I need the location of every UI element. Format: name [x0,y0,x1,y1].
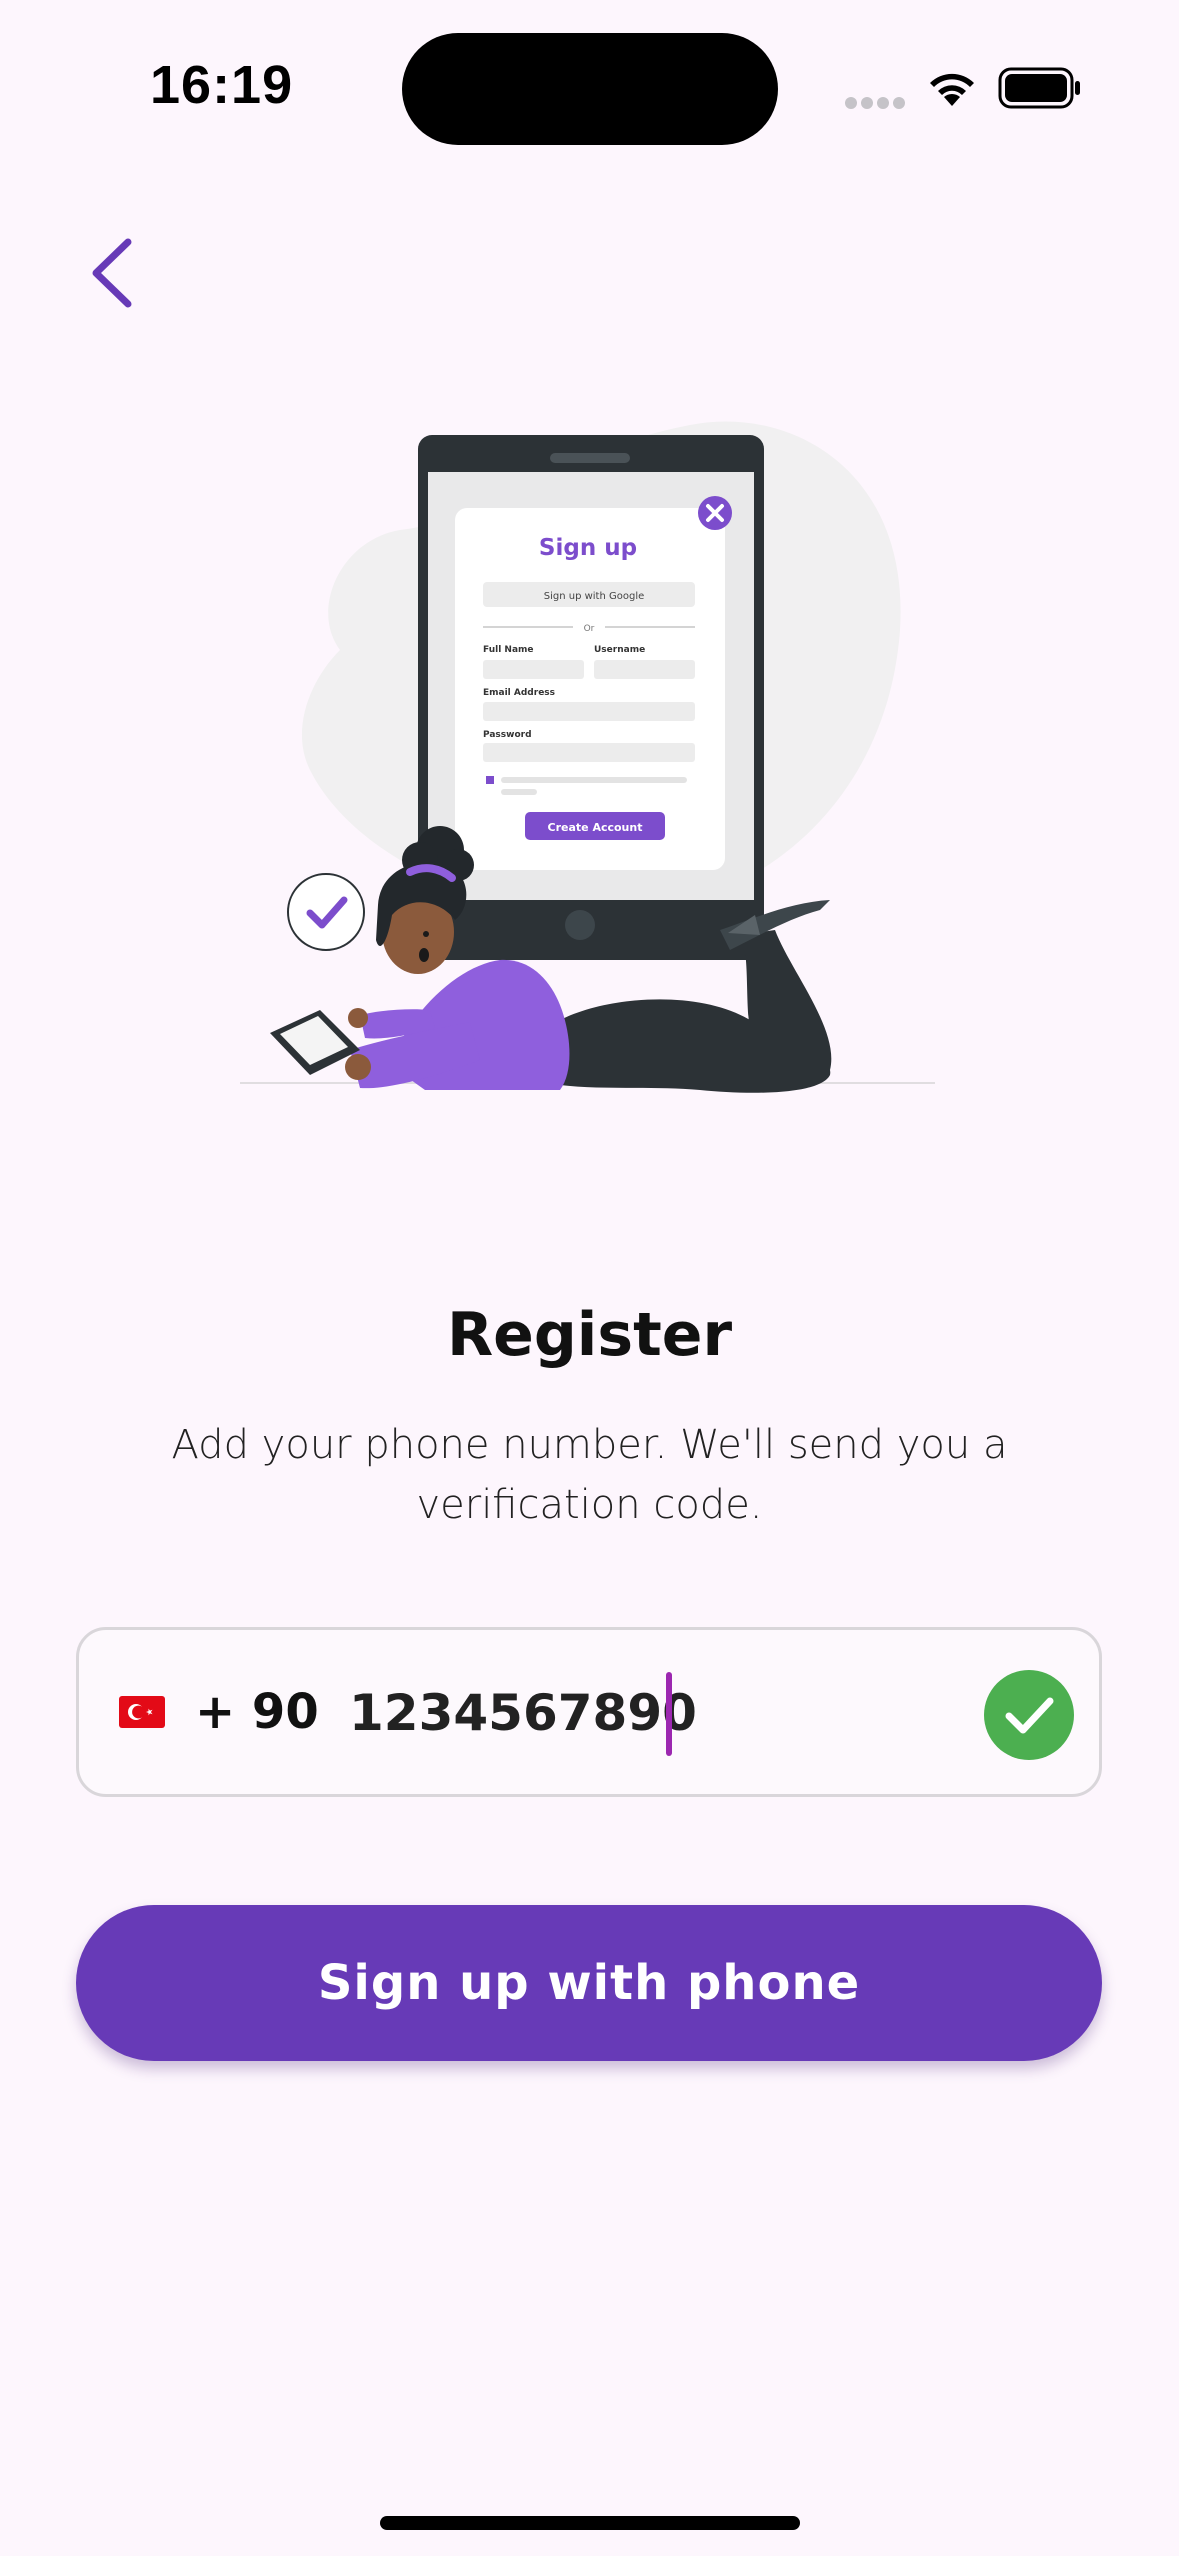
illustration-label-username: Username [594,645,645,655]
sign-up-with-phone-button[interactable]: Sign up with phone [76,1905,1102,2061]
wifi-icon [930,73,974,106]
country-dial-code[interactable]: + 90 [195,1684,319,1740]
illustration-label-email: Email Address [483,688,555,698]
home-indicator [380,2516,800,2530]
dynamic-island [402,33,778,145]
phone-number-field[interactable]: + 90 1234567890 [76,1627,1102,1797]
illustration-label-full-name: Full Name [483,645,534,655]
page-title: Register [446,1300,733,1370]
phone-number-input[interactable]: 1234567890 [349,1684,697,1742]
turkey-flag-icon[interactable] [119,1696,165,1728]
signup-illustration: Sign up Sign up with Google Or Full Name… [240,421,935,1093]
battery-icon [998,67,1080,109]
illustration-card-title: Sign up [539,535,637,561]
status-bar: 16:19 [0,0,1179,170]
chevron-left-icon [92,238,132,308]
cellular-signal-icon [845,94,909,113]
text-cursor [666,1672,672,1756]
page-subtitle: Add your phone number. We'll send you a … [171,1422,1008,1528]
illustration-create-account: Create Account [548,821,643,834]
illustration-label-password: Password [483,730,532,740]
illustration-google-button: Sign up with Google [544,591,645,602]
status-time: 16:19 [150,55,294,115]
back-button[interactable] [82,236,146,310]
illustration-or-divider: Or [584,624,595,634]
checkmark-valid-icon [984,1670,1074,1760]
